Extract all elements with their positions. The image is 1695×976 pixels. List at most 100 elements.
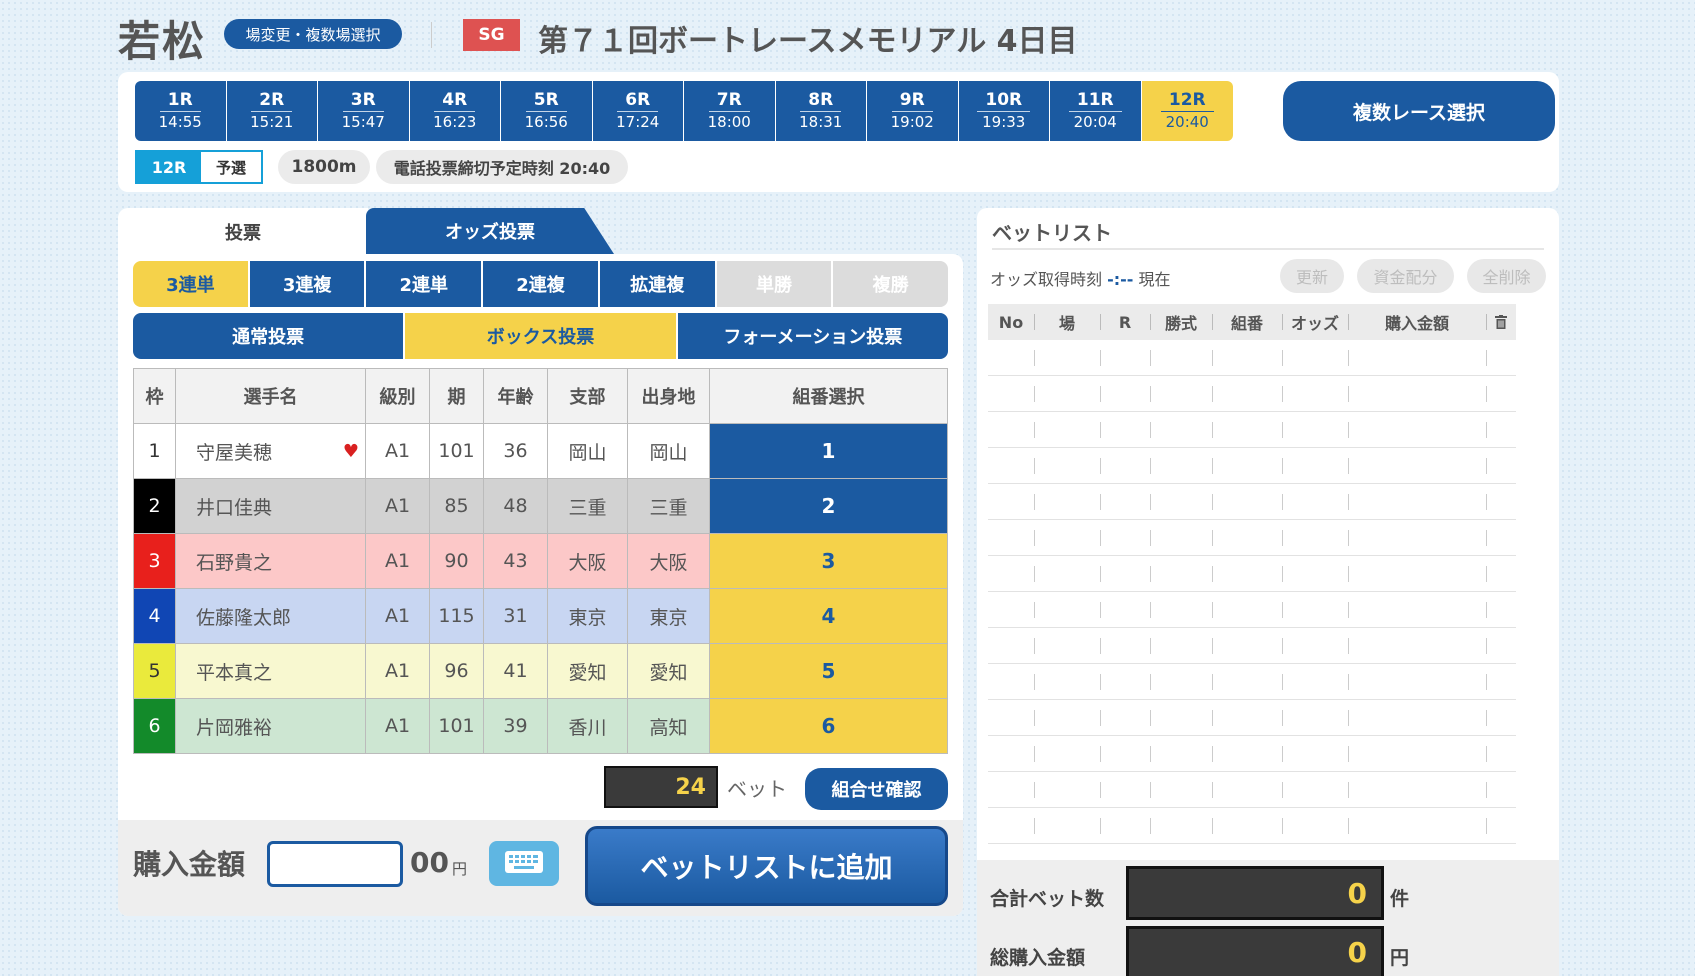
purchase-amount-input[interactable] [267,841,403,887]
bet-list-cell [1100,448,1150,483]
racer-term: 101 [429,698,484,754]
racer-branch: 三重 [547,478,628,534]
add-to-betlist-button[interactable]: ベットリストに追加 [585,826,948,906]
racer-age: 41 [483,643,548,699]
bet-list-cell [1212,448,1282,483]
race-tab-time: 20:40 [1165,113,1209,131]
bet-list-cell [1348,520,1486,555]
bet-list-column-header: No [998,312,1024,332]
racer-birthplace: 高知 [627,698,710,754]
vote-mode-tabs: 通常投票 ボックス投票 フォーメーション投票 [133,313,948,359]
vote-mode-tab[interactable]: ボックス投票 [405,313,678,359]
combination-select-cell[interactable]: 5 [709,643,948,699]
bet-type-tab[interactable]: 3連複 [249,261,367,307]
racer-name-cell: 平本真之 [175,643,366,699]
bet-list-cell [1348,628,1486,663]
race-tab-time: 20:04 [1073,113,1117,131]
combination-confirm-button[interactable]: 組合せ確認 [805,768,948,810]
bet-list-cell [1348,736,1486,771]
bet-list-cell [1212,808,1282,843]
racer-age: 31 [483,588,548,644]
bet-list-cell [1282,808,1348,843]
racer-table: 枠選手名 級別期年齢 支部 出身地 組番選択 1 守屋美穂 ♥ A1 101 36 岡山 岡山 1 2 井口… [133,368,948,754]
racer-branch: 愛知 [547,643,628,699]
bet-type-tab[interactable]: 拡連複 [599,261,717,307]
bet-list-cell [1100,340,1150,375]
bet-list-column-header: 購入金額 [1348,304,1486,340]
race-tab-number: 1R [159,90,201,112]
bet-list-row [988,772,1516,808]
race-tab-12r[interactable]: 12R 20:40 [1141,81,1233,141]
racer-birthplace: 東京 [627,588,710,644]
bet-list-cell [1486,520,1516,555]
race-tab-time: 16:56 [524,113,568,131]
tab-vote[interactable]: 投票 [118,208,368,256]
race-tab-11r[interactable]: 11R 20:04 [1050,81,1142,141]
favorite-heart-icon[interactable]: ♥ [343,441,359,462]
race-tab-number: 11R [1068,90,1122,112]
bet-list-column-header: 組番 [1212,304,1282,340]
clear-all-button[interactable]: 全削除 [1467,259,1546,293]
vote-mode-tab[interactable]: 通常投票 [133,313,406,359]
race-tab-number: 5R [525,90,567,112]
bet-list-cell [1150,736,1212,771]
bet-list-cell [1348,484,1486,519]
trash-icon[interactable] [1486,304,1516,340]
keyboard-button[interactable] [489,841,559,886]
race-tab-number: 7R [708,90,750,112]
venue-change-button[interactable]: 場変更・複数場選択 [224,19,402,49]
bet-list-cell [1486,340,1516,375]
bet-list-cell [1486,736,1516,771]
combination-select-cell[interactable]: 4 [709,588,948,644]
bet-list-cell [1212,376,1282,411]
bet-type-tab[interactable]: 2連複 [483,261,600,307]
bet-list-row [988,592,1516,628]
bet-type-tab[interactable]: 2連単 [366,261,484,307]
bet-list-title: ベットリスト [992,221,1112,245]
racer-name: 片岡雅裕 [196,716,273,739]
race-tab-5r[interactable]: 5R 16:56 [501,81,593,141]
tab-odds-vote[interactable]: オッズ投票 [366,208,614,254]
race-tab-6r[interactable]: 6R 17:24 [592,81,684,141]
odds-time-label: オッズ取得時刻 [990,270,1103,289]
odds-time-value: -:-- [1107,270,1134,289]
vote-mode-tab[interactable]: フォーメーション投票 [677,313,948,359]
racer-table-column-header: 年齢 [483,368,548,424]
combination-select-cell[interactable]: 1 [709,423,948,479]
race-number: 12R [137,152,201,182]
bet-list-cell [1348,808,1486,843]
bet-list-cell [988,484,1034,519]
bet-list-cell [1034,664,1100,699]
bet-list-title-divider [992,248,1544,250]
bet-list-cell [1348,412,1486,447]
update-button[interactable]: 更新 [1280,259,1344,293]
bet-list-row [988,628,1516,664]
race-kind: 予選 [215,158,246,177]
odds-time: オッズ取得時刻 -:-- 現在 [990,266,1171,290]
bet-list-cell [1486,664,1516,699]
race-tab-time: 17:24 [616,113,660,131]
bet-list-cell [1212,628,1282,663]
bet-list-cell [1150,700,1212,735]
bet-type-tab[interactable]: 3連単 [133,261,250,307]
fund-allocation-button[interactable]: 資金配分 [1357,259,1454,293]
race-tab-9r[interactable]: 9R 19:02 [867,81,959,141]
combination-select-cell[interactable]: 6 [709,698,948,754]
racer-age: 43 [483,533,548,589]
combination-select-cell[interactable]: 2 [709,478,948,534]
race-tab-8r[interactable]: 8R 18:31 [775,81,867,141]
race-tab-3r[interactable]: 3R 15:47 [318,81,410,141]
multi-race-select-button[interactable]: 複数レース選択 [1283,81,1555,141]
racer-table-column-header: 選手名 [175,368,366,424]
race-tab-7r[interactable]: 7R 18:00 [684,81,776,141]
racer-name: 石野貴之 [196,551,273,574]
race-tab-2r[interactable]: 2R 15:21 [226,81,318,141]
racer-table-column-header: 期 [429,368,484,424]
race-tab-4r[interactable]: 4R 16:23 [409,81,501,141]
race-tab-1r[interactable]: 1R 14:55 [135,81,227,141]
bet-list-cell [1034,340,1100,375]
racer-name-cell: 佐藤隆太郎 [175,588,366,644]
combination-select-cell[interactable]: 3 [709,533,948,589]
bet-list-cell [1486,700,1516,735]
race-tab-10r[interactable]: 10R 19:33 [958,81,1050,141]
